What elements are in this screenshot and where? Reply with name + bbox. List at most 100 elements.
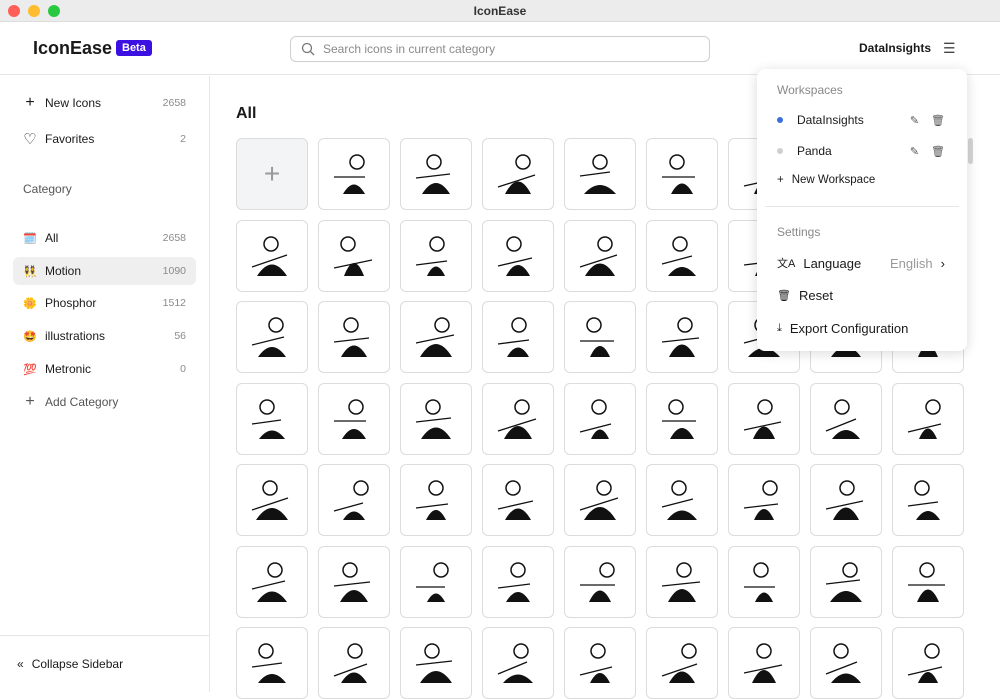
collapse-sidebar-label: Collapse Sidebar [31,657,124,671]
export-configuration-menu-item[interactable]: ⤓ Export Configuration [777,321,945,336]
sidebar-item-favorites[interactable]: ♡ Favorites 2 [13,125,196,153]
language-menu-item[interactable]: 文A Language English › [777,255,945,271]
illustration-card[interactable] [236,464,308,536]
search-input[interactable]: Search icons in current category [290,36,710,62]
illustration-card[interactable] [236,301,308,373]
pencil-icon[interactable]: ✎ [910,145,919,158]
illustration-card[interactable] [400,545,472,618]
illustration-card[interactable] [318,627,390,699]
illustration-card[interactable] [318,219,390,292]
illustration-card[interactable] [564,301,636,373]
sidebar-item-count: 0 [180,363,186,375]
trash-icon[interactable]: 🗑 [931,145,945,158]
illustration-card[interactable] [892,545,964,618]
sidebar-item-all[interactable]: 🗓️ All 2658 [13,224,196,252]
close-window-button[interactable] [8,5,20,17]
illustration-card[interactable] [728,464,800,536]
heart-icon: ♡ [23,131,37,148]
trash-icon[interactable]: 🗑 [931,114,945,127]
illustration-card[interactable] [564,382,636,455]
illustration-card[interactable] [236,627,308,699]
illustration-card[interactable] [564,219,636,292]
illustration-card[interactable] [482,382,554,455]
illustration-card[interactable] [728,627,800,699]
illustration-card[interactable] [482,545,554,618]
sidebar-item-new-icons[interactable]: + New Icons 2658 [13,89,196,117]
title-bar: IconEase [0,0,1000,22]
illustration-card[interactable] [646,301,718,373]
sidebar-item-motion[interactable]: 👯 Motion 1090 [13,257,196,285]
illustration-card[interactable] [400,219,472,292]
flower-icon: 🌼 [23,297,37,310]
illustration-card[interactable] [810,382,882,455]
illustration-card[interactable] [236,545,308,618]
sidebar-item-count: 2658 [162,97,186,109]
collapse-sidebar-button[interactable]: « Collapse Sidebar [0,635,209,692]
illustration-card[interactable] [400,464,472,536]
add-icon-button[interactable]: + [236,138,308,210]
new-workspace-button[interactable]: + New Workspace [777,174,945,186]
sidebar-item-metronic[interactable]: 💯 Metronic 0 [13,355,196,383]
illustration-card[interactable] [646,219,718,292]
illustration-card[interactable] [236,219,308,292]
illustration-card[interactable] [482,219,554,292]
illustration-card[interactable] [564,627,636,699]
illustration-card[interactable] [646,382,718,455]
illustration-card[interactable] [646,545,718,618]
page-title: All [236,105,257,122]
illustration-card[interactable] [646,627,718,699]
sidebar-item-illustrations[interactable]: 🤩 illustrations 56 [13,322,196,350]
reset-menu-item[interactable]: 🗑 Reset [777,288,945,303]
illustration-card[interactable] [318,301,390,373]
sidebar-item-phosphor[interactable]: 🌼 Phosphor 1512 [13,289,196,317]
illustration-card[interactable] [728,382,800,455]
illustration-card[interactable] [482,138,554,210]
illustration-card[interactable] [318,382,390,455]
workspace-item-panda[interactable]: Panda ✎ 🗑 [777,144,945,158]
illustration-icon [579,643,613,683]
illustration-card[interactable] [810,464,882,536]
illustration-card[interactable] [236,382,308,455]
workspace-switcher[interactable]: DataInsights [859,41,931,55]
chevron-right-icon: › [940,255,945,271]
illustration-card[interactable] [482,627,554,699]
illustration-card[interactable] [892,464,964,536]
illustration-card[interactable] [482,301,554,373]
maximize-window-button[interactable] [48,5,60,17]
illustration-icon [744,561,775,602]
illustration-card[interactable] [318,545,390,618]
active-dot-icon [777,117,783,123]
illustration-card[interactable] [318,464,390,536]
illustration-card[interactable] [646,464,718,536]
workspace-item-datainsights[interactable]: DataInsights ✎ 🗑 [777,113,945,127]
illustration-card[interactable] [892,627,964,699]
illustration-card[interactable] [564,138,636,210]
illustration-card[interactable] [810,545,882,618]
double-chevron-left-icon: « [17,657,24,671]
dancers-icon: 👯 [23,265,37,278]
minimize-window-button[interactable] [28,5,40,17]
export-label: Export Configuration [789,321,909,336]
beta-badge: Beta [116,40,152,56]
hamburger-menu-icon[interactable]: ☰ [943,40,956,57]
illustration-card[interactable] [318,138,390,210]
illustration-card[interactable] [564,545,636,618]
illustration-card[interactable] [400,138,472,210]
illustration-card[interactable] [400,301,472,373]
reset-label: Reset [798,288,833,303]
illustration-card[interactable] [564,464,636,536]
illustration-card[interactable] [892,382,964,455]
illustration-card[interactable] [646,138,718,210]
sidebar-item-count: 2658 [162,232,186,244]
workspaces-heading: Workspaces [777,83,843,97]
translate-icon: 文A [777,258,796,270]
illustration-card[interactable] [400,627,472,699]
illustration-card[interactable] [482,464,554,536]
illustration-card[interactable] [400,382,472,455]
add-category-button[interactable]: + Add Category [13,388,196,416]
illustration-card[interactable] [728,545,800,618]
scrollbar[interactable] [968,138,973,164]
illustration-card[interactable] [810,627,882,699]
workspace-name: Panda [797,144,832,158]
pencil-icon[interactable]: ✎ [910,114,919,127]
